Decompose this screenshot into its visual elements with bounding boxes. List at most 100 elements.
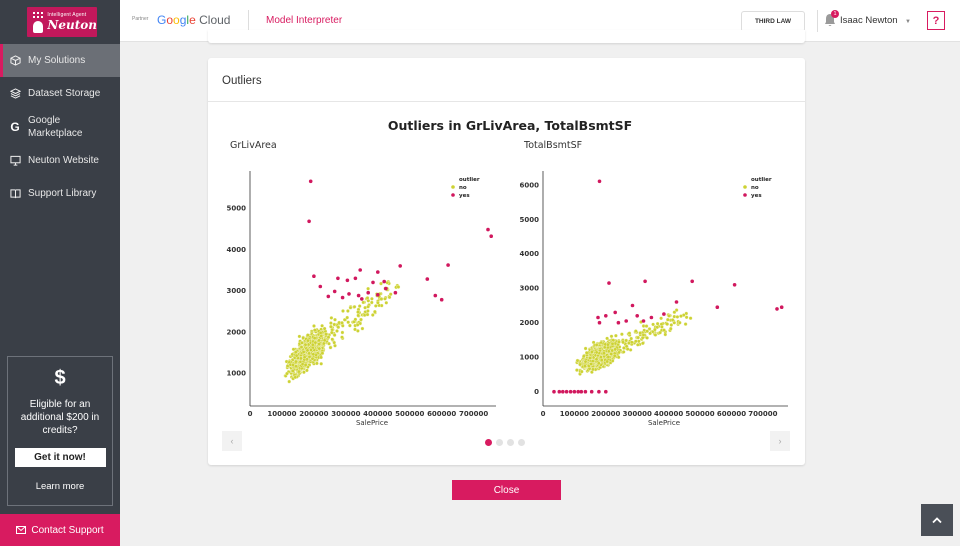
data-point-no [293,350,298,355]
sidebar-item-google-marketplace[interactable]: G Google Marketplace [0,110,120,144]
data-point-no [679,314,683,318]
x-tick-label: 100000 [267,410,296,418]
sidebar-item-neuton-website[interactable]: Neuton Website [0,144,120,177]
data-point-yes [489,234,494,238]
data-point-no [319,355,323,360]
panel-2-xlabel: SalePrice [648,419,680,427]
data-point-no [329,330,334,335]
carousel-next-button[interactable]: › [770,431,790,451]
partner-label: Partner [132,16,149,22]
x-tick-label: 700000 [748,410,777,418]
data-point-no [655,321,660,326]
data-point-no [294,353,299,358]
data-point-no [641,333,646,337]
data-point-yes [624,319,628,323]
data-point-yes [662,312,666,316]
sidebar-item-my-solutions[interactable]: My Solutions [0,44,120,77]
data-point-no [624,338,629,343]
x-tick-label: 700000 [459,410,488,418]
data-point-yes [358,268,362,272]
carousel-dots [485,439,529,446]
data-point-no [329,324,333,329]
data-point-yes [486,227,490,232]
data-point-no [302,370,306,375]
carousel-dot[interactable] [518,439,525,446]
data-point-no [340,335,344,340]
data-point-yes [613,310,617,315]
data-point-no [583,359,588,364]
carousel-dot[interactable] [485,439,492,446]
data-point-yes [568,389,573,394]
chevron-down-icon[interactable]: ▼ [905,19,911,25]
data-point-no [345,315,350,320]
data-point-no [609,334,614,339]
data-point-no [307,351,311,356]
data-point-yes [332,289,337,294]
data-point-no [318,331,323,335]
data-point-no [293,375,298,380]
data-point-no [299,356,303,361]
data-point-yes [732,283,737,287]
data-point-yes [382,279,386,284]
data-point-no [658,330,662,335]
data-point-no [312,328,317,332]
data-point-no [335,329,339,333]
y-tick-label: 4000 [520,250,540,258]
third-law-button[interactable]: THIRD LAW [741,11,805,32]
x-tick-label: 500000 [395,410,424,418]
sidebar-item-dataset-storage[interactable]: Dataset Storage [0,77,120,110]
close-button[interactable]: Close [452,480,561,500]
x-tick-label: 100000 [560,410,589,418]
learn-more-link[interactable]: Learn more [8,481,112,492]
help-button[interactable]: ? [927,11,945,30]
legend-title: outlier [459,177,480,183]
data-point-no [617,340,621,344]
data-point-no [329,321,333,325]
data-point-no [346,320,351,325]
user-name[interactable]: Isaac Newton [840,15,898,26]
scroll-to-top-button[interactable] [921,504,953,536]
data-point-no [357,304,362,308]
neuton-logo[interactable]: Intelligent Agent Neuton [27,7,97,37]
data-point-yes [347,292,351,296]
data-point-no [388,292,393,297]
data-point-yes [376,270,380,274]
legend-title: outlier [751,177,772,183]
data-point-no [636,335,640,340]
data-point-no [373,309,377,314]
data-point-no [333,343,337,348]
sidebar-item-support-library[interactable]: Support Library [0,177,120,210]
data-point-no [353,317,358,322]
data-point-no [363,305,367,310]
data-point-no [614,333,618,338]
data-point-no [305,333,310,337]
data-point-yes [366,290,370,295]
data-point-no [291,363,295,367]
carousel-dot[interactable] [496,439,503,446]
data-point-no [366,298,371,303]
data-point-no [365,312,370,317]
x-tick-label: 600000 [717,410,746,418]
get-it-now-button[interactable]: Get it now! [14,448,106,467]
data-point-yes [371,280,375,285]
data-point-no [584,350,589,355]
carousel-prev-button[interactable]: ‹ [222,431,242,451]
mail-icon [16,526,27,534]
google-cloud-logo: Google Cloud [157,13,231,27]
data-point-no [635,342,640,347]
x-tick-label: 300000 [331,410,360,418]
carousel-dot[interactable] [507,439,514,446]
sidebar-item-label: My Solutions [28,55,86,66]
data-point-no [648,331,652,336]
data-point-yes [318,284,323,289]
data-point-no [609,352,614,356]
data-point-no [659,322,664,327]
panel-1-xlabel: SalePrice [356,419,388,427]
data-point-no [370,313,375,317]
data-point-no [653,327,657,332]
data-point-no [621,350,626,354]
data-point-no [599,358,604,362]
contact-support-button[interactable]: Contact Support [0,514,120,546]
data-point-no [645,329,650,334]
data-point-no [675,315,680,319]
